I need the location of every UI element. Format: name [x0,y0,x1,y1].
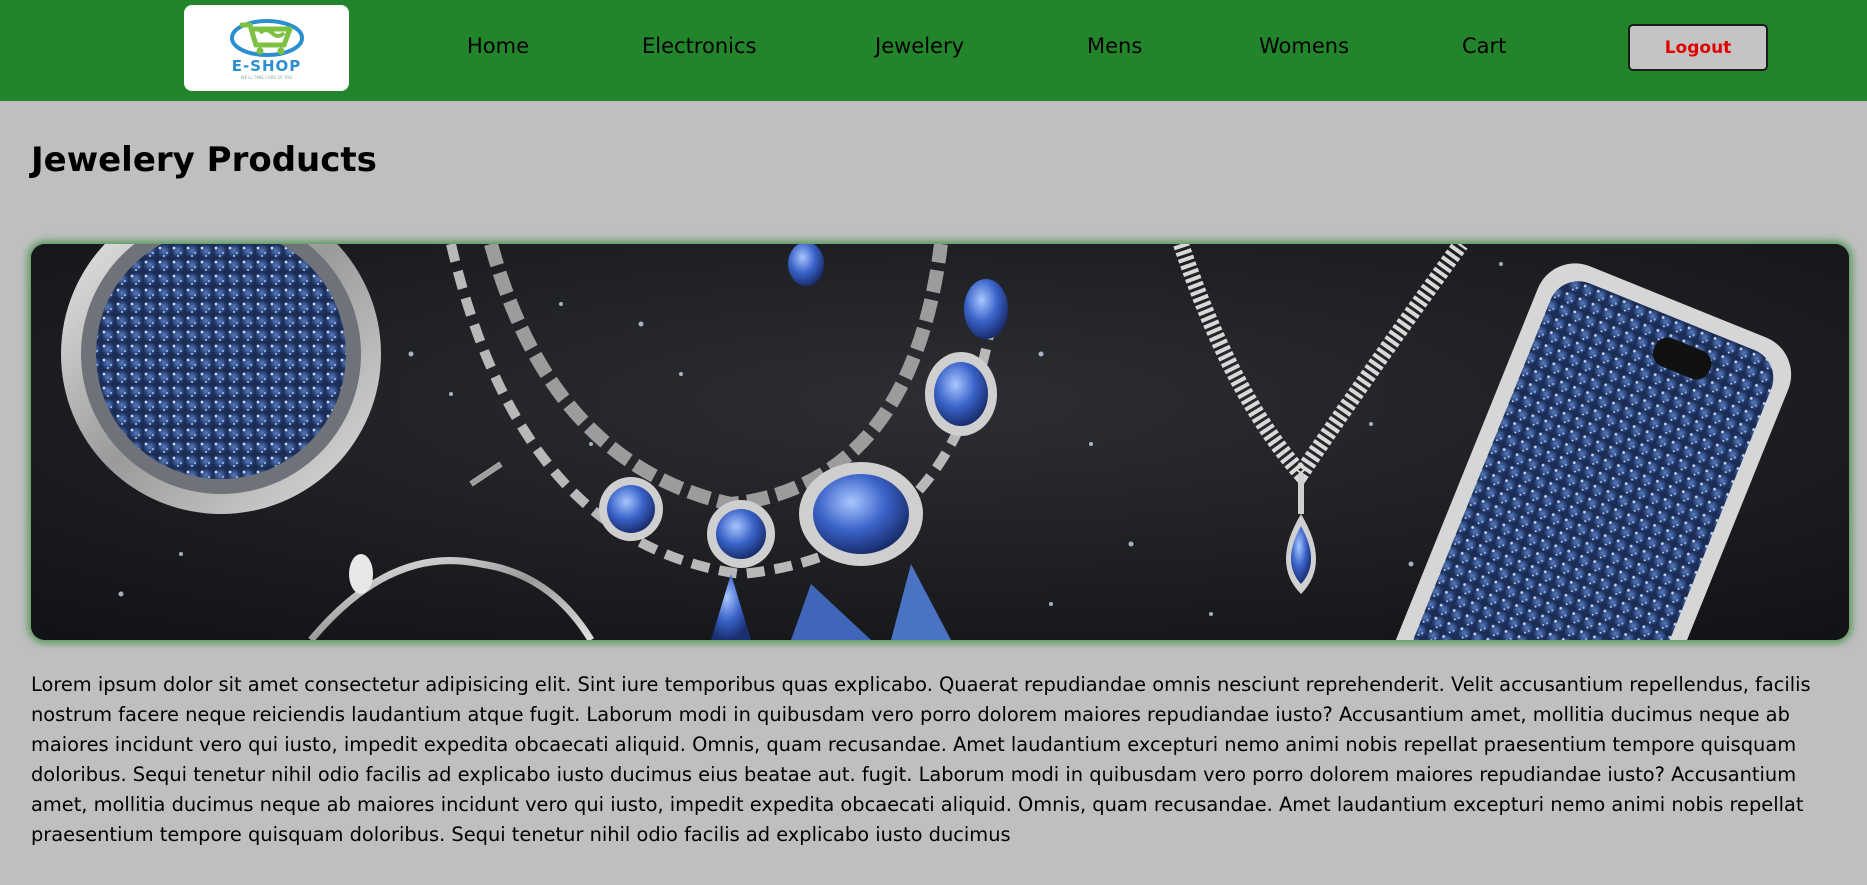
nav-link-cart[interactable]: Cart [1462,34,1506,58]
nav-link-home[interactable]: Home [467,34,529,58]
logout-button[interactable]: Logout [1628,24,1768,71]
jewelery-banner-illustration [31,244,1849,640]
nav-link-womens[interactable]: Womens [1259,34,1349,58]
logo-tagline: WE'LL TAKE CARE OF YOU [240,75,293,80]
jewelery-description: Lorem ipsum dolor sit amet consectetur a… [31,673,1811,846]
nav-link-mens[interactable]: Mens [1087,34,1142,58]
nav-link-electronics[interactable]: Electronics [642,34,756,58]
jewelery-banner-image [31,244,1849,640]
page-title: Jewelery Products [31,140,377,180]
nav-link-jewelery[interactable]: Jewelery [875,34,964,58]
navbar: E-SHOP WE'LL TAKE CARE OF YOU Home Elect… [0,0,1867,101]
eshop-logo[interactable]: E-SHOP WE'LL TAKE CARE OF YOU [184,5,349,91]
logo-text: E-SHOP [231,57,302,75]
